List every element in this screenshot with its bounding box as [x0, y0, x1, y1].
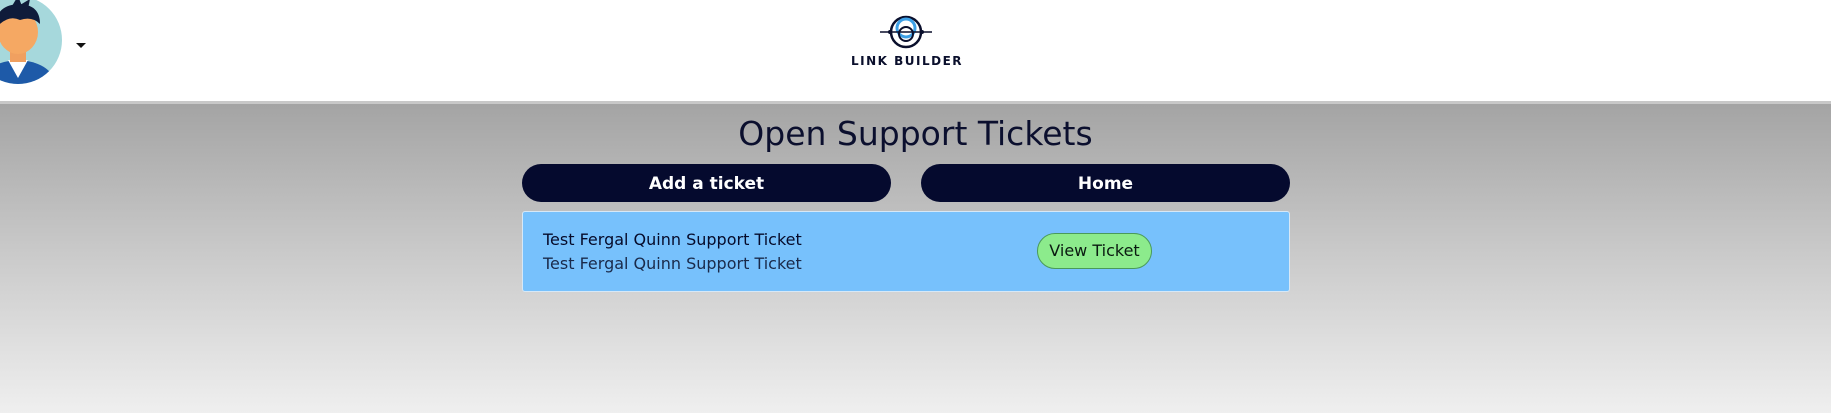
logo-text: LINK BUILDER — [851, 54, 964, 68]
add-ticket-button[interactable]: Add a ticket — [522, 164, 891, 202]
caret-down-icon[interactable] — [76, 35, 86, 48]
view-ticket-button[interactable]: View Ticket — [1037, 233, 1152, 269]
logo-mark-icon — [880, 15, 932, 49]
page-title: Open Support Tickets — [738, 114, 1093, 153]
link-builder-logo[interactable]: LINK BUILDER — [851, 14, 964, 70]
ticket-title: Test Fergal Quinn Support Ticket — [543, 230, 802, 249]
top-header: LINK BUILDER — [0, 0, 1831, 104]
ticket-card: Test Fergal Quinn Support Ticket Test Fe… — [522, 211, 1290, 292]
main-content: Open Support Tickets Add a ticket Home T… — [0, 104, 1831, 413]
home-button[interactable]: Home — [921, 164, 1290, 202]
user-avatar[interactable] — [0, 0, 62, 90]
ticket-description: Test Fergal Quinn Support Ticket — [543, 254, 802, 273]
